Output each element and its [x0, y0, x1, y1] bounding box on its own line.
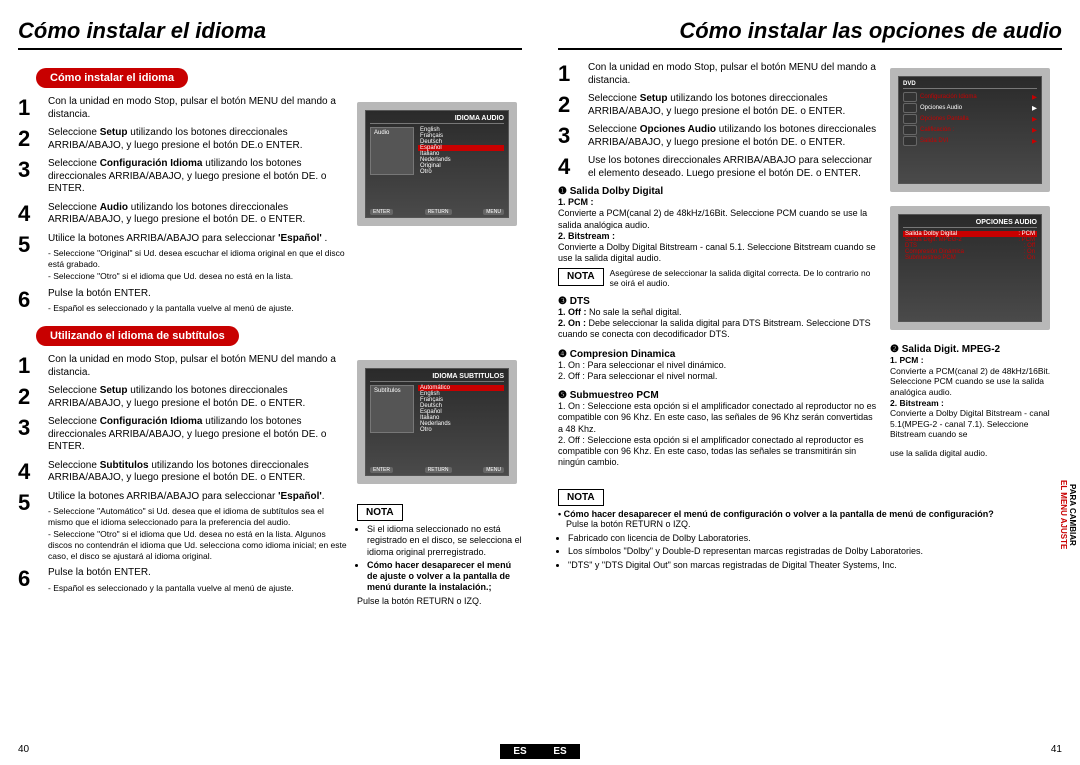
- page-41: Cómo instalar las opciones de audio Con …: [540, 0, 1080, 765]
- lang-tab-es: ES: [540, 744, 580, 759]
- step-item: Con la unidad en modo Stop, pulsar el bo…: [558, 62, 880, 87]
- nota-left: NOTA Si el idioma seleccionado no está r…: [357, 498, 522, 606]
- step-item: Pulse la botón ENTER.- Español es selecc…: [18, 288, 349, 314]
- step-item: Use los botones direccionales ARRIBA/ABA…: [558, 155, 880, 180]
- tv-screenshot-subtitle: IDIOMA SUBTITULOS Subtítulos AutomáticoE…: [357, 360, 517, 484]
- page-40: Cómo instalar el idioma Cómo instalar el…: [0, 0, 540, 765]
- page-title-right: Cómo instalar las opciones de audio: [558, 18, 1062, 50]
- audio-mpeg2: ❷ Salida Digit. MPEG-2 1. PCM : Conviert…: [890, 344, 1062, 440]
- audio-dolby: ❶ Salida Dolby Digital 1. PCM : Conviert…: [558, 186, 880, 288]
- nota-right: NOTA • Cómo hacer desaparecer el menú de…: [558, 483, 1062, 572]
- side-tab: PARA CAMBIAR EL MENU AJUSTE: [1058, 480, 1076, 549]
- steps2: Con la unidad en modo Stop, pulsar el bo…: [18, 354, 349, 608]
- section2-columns: Con la unidad en modo Stop, pulsar el bo…: [18, 354, 522, 608]
- audio-dts: ❸ DTS 1. Off : No sale la señal digital.…: [558, 296, 880, 341]
- section-heading-subtitle: Utilizando el idioma de subtítulos: [36, 326, 239, 346]
- step-item: Seleccione Configuración Idioma utilizan…: [18, 416, 349, 454]
- tv-screenshot-audio: IDIOMA AUDIO Audio EnglishFrançaisDeutsc…: [357, 102, 517, 226]
- page-number: 40: [18, 744, 29, 755]
- audio-steps-col: Con la unidad en modo Stop, pulsar el bo…: [558, 62, 880, 477]
- tv-screenshot-config: DVD Configuración Idioma▶Opciones Audio▶…: [890, 68, 1050, 192]
- step-item: Con la unidad en modo Stop, pulsar el bo…: [18, 96, 349, 121]
- step-item: Seleccione Setup utilizando los botones …: [558, 93, 880, 118]
- step-item: Seleccione Setup utilizando los botones …: [18, 127, 349, 152]
- nota-item: Si el idioma seleccionado no está regist…: [367, 524, 522, 558]
- lang-tab-es: ES: [500, 744, 540, 759]
- audio-compresion: ❹ Compresion Dinamica 1. On : Para selec…: [558, 349, 880, 383]
- page-number: 41: [1051, 744, 1062, 755]
- right-top-row: Con la unidad en modo Stop, pulsar el bo…: [558, 62, 1062, 477]
- step-item: Seleccione Opciones Audio utilizando los…: [558, 124, 880, 149]
- section-heading-lang: Cómo instalar el idioma: [36, 68, 188, 88]
- steps1: Con la unidad en modo Stop, pulsar el bo…: [18, 96, 349, 320]
- step-item: Utilice la botones ARRIBA/ABAJO para sel…: [18, 491, 349, 562]
- nota-item: Cómo hacer desaparecer el menú de ajuste…: [367, 560, 522, 594]
- step-item: Seleccione Configuración Idioma utilizan…: [18, 158, 349, 196]
- step-item: Pulse la botón ENTER.- Español es selecc…: [18, 567, 349, 593]
- step-item: Seleccione Audio utilizando los botones …: [18, 202, 349, 227]
- right-side-col: DVD Configuración Idioma▶Opciones Audio▶…: [890, 62, 1062, 477]
- tv2-side: IDIOMA SUBTITULOS Subtítulos AutomáticoE…: [357, 354, 522, 608]
- tv1-side: IDIOMA AUDIO Audio EnglishFrançaisDeutsc…: [357, 96, 522, 320]
- step-item: Seleccione Setup utilizando los botones …: [18, 385, 349, 410]
- step-item: Con la unidad en modo Stop, pulsar el bo…: [18, 354, 349, 379]
- step-item: Utilice la botones ARRIBA/ABAJO para sel…: [18, 233, 349, 282]
- audio-submuestreo: ❺ Submuestreo PCM 1. On : Seleccione est…: [558, 390, 880, 469]
- section1-columns: Con la unidad en modo Stop, pulsar el bo…: [18, 96, 522, 320]
- step-item: Seleccione Subtitulos utilizando los bot…: [18, 460, 349, 485]
- tv-screenshot-audio-options: OPCIONES AUDIO Salida Dolby Digital: PCM…: [890, 206, 1050, 330]
- page-title-left: Cómo instalar el idioma: [18, 18, 522, 50]
